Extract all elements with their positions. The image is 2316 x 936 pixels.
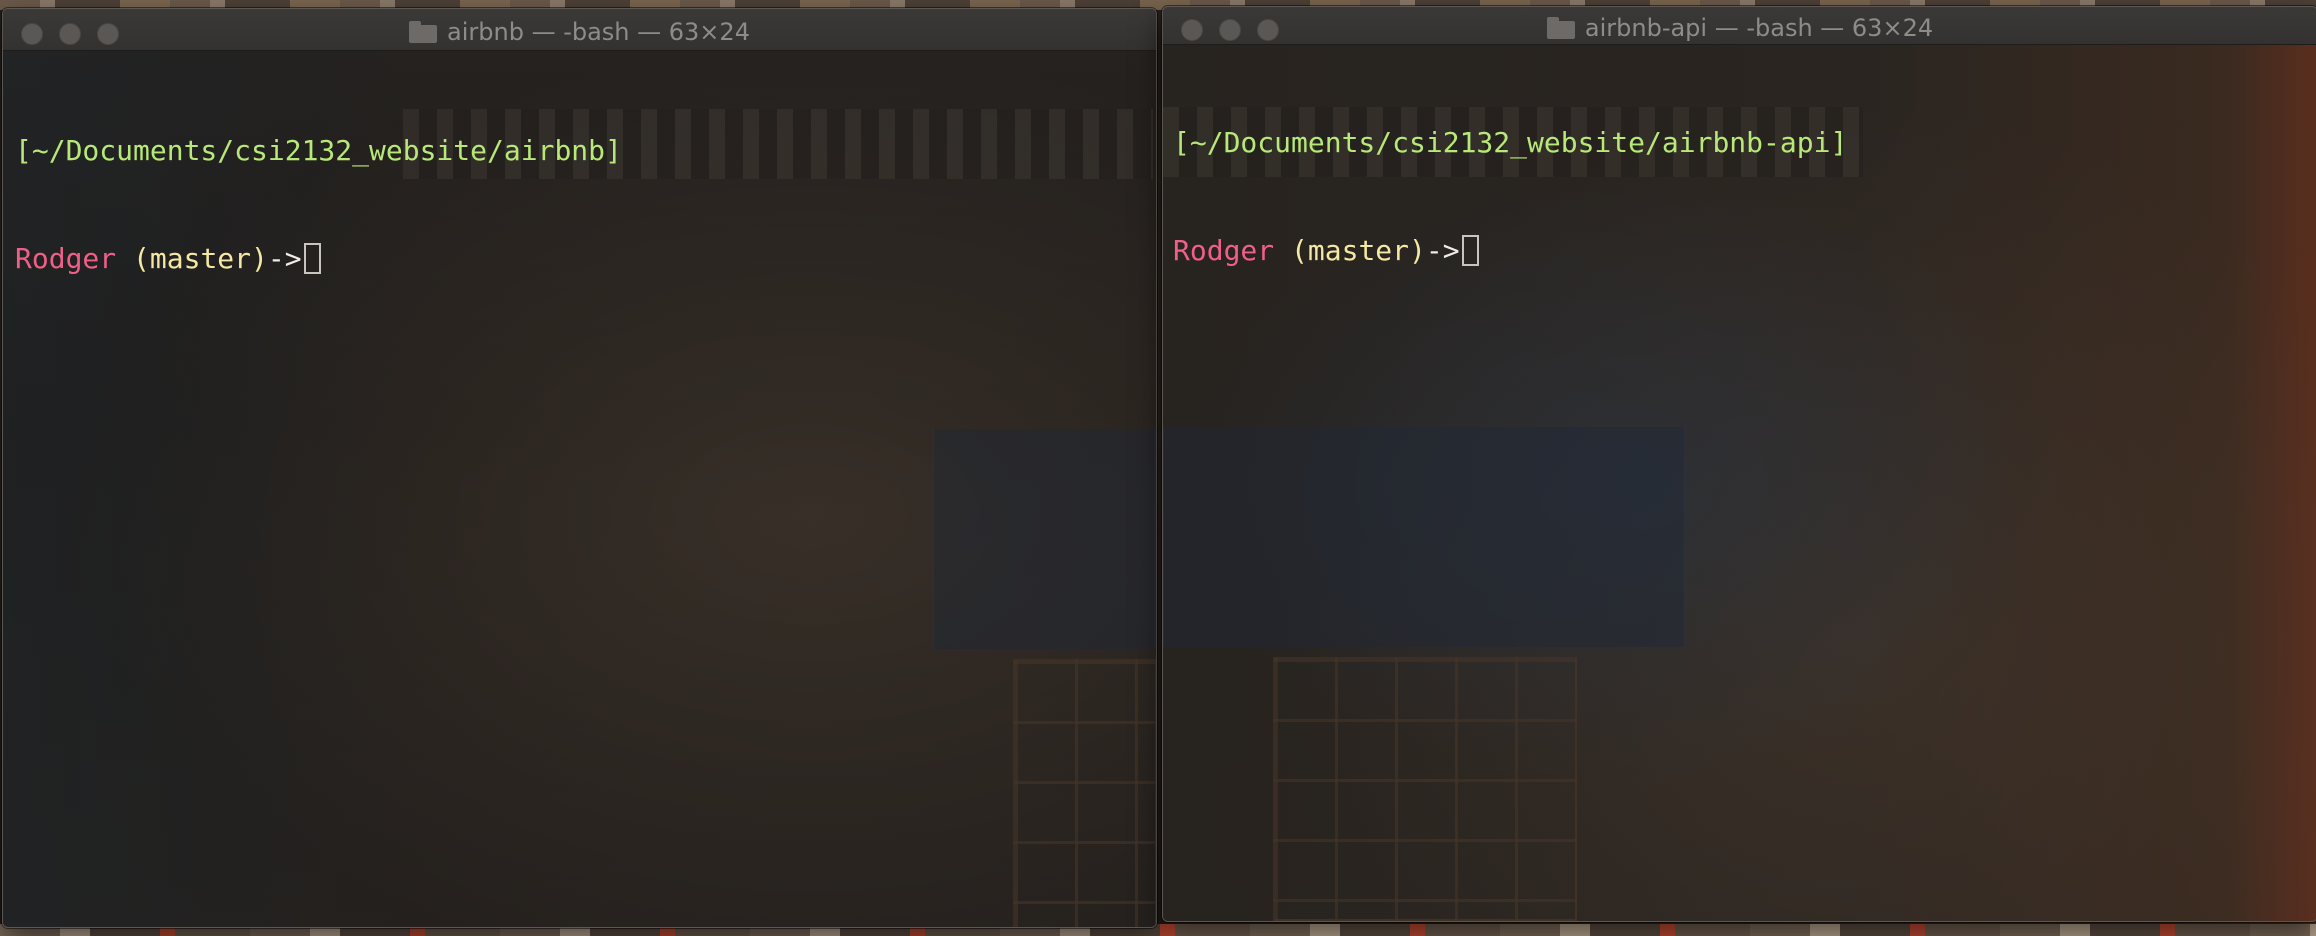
titlebar[interactable]: airbnb-api — -bash — 63×24 <box>1163 7 2316 45</box>
folder-icon <box>1546 17 1575 39</box>
window-title: airbnb-api — -bash — 63×24 <box>1163 14 2316 42</box>
terminal-output[interactable]: [~/Documents/csi2132_website/airbnb] Rod… <box>3 51 1156 359</box>
window-title: airbnb — -bash — 63×24 <box>3 18 1156 46</box>
prompt-user: Rodger <box>1173 234 1275 267</box>
prompt-line: Rodger (master)-> <box>1173 233 2307 269</box>
text-cursor <box>1461 235 1479 266</box>
folder-icon <box>409 21 438 43</box>
prompt-arrow: -> <box>267 242 302 275</box>
window-title-text: airbnb-api — -bash — 63×24 <box>1584 14 1934 42</box>
text-cursor <box>303 243 321 274</box>
prompt-branch: (master) <box>116 242 268 275</box>
background-curtain <box>933 429 1155 649</box>
terminal-window-airbnb[interactable]: airbnb — -bash — 63×24 [~/Documents/csi2… <box>2 8 1157 928</box>
prompt-line: Rodger (master)-> <box>15 241 1144 277</box>
window-title-text: airbnb — -bash — 63×24 <box>447 18 750 46</box>
terminal-output[interactable]: [~/Documents/csi2132_website/airbnb-api]… <box>1163 45 2316 349</box>
terminal-window-airbnb-api[interactable]: airbnb-api — -bash — 63×24 [~/Documents/… <box>1162 6 2316 922</box>
prompt-branch: (master) <box>1274 234 1426 267</box>
prompt-user: Rodger <box>15 242 117 275</box>
prompt-path: [~/Documents/csi2132_website/airbnb-api] <box>1173 126 1848 159</box>
prompt-path: [~/Documents/csi2132_website/airbnb] <box>15 134 622 167</box>
titlebar[interactable]: airbnb — -bash — 63×24 <box>3 9 1156 51</box>
background-curtain <box>1163 427 1685 647</box>
background-door-grid <box>1013 659 1156 927</box>
prompt-arrow: -> <box>1425 234 1460 267</box>
background-door-grid <box>1273 657 1577 921</box>
